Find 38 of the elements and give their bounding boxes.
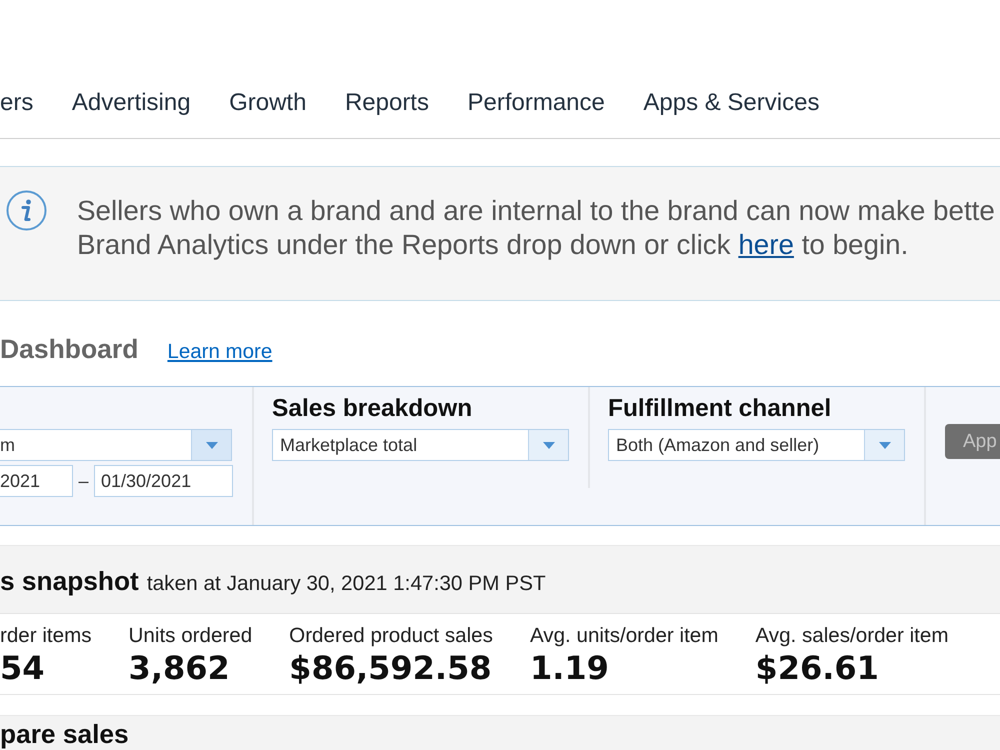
- section-title: pare sales: [0, 719, 130, 749]
- dropdown-toggle[interactable]: [528, 430, 568, 460]
- caret-icon: [878, 442, 890, 448]
- banner-message: Sellers who own a brand and are internal to the brand can now make bette Brand Analytics under the Reports drop down or click here to begin.: [77, 194, 995, 262]
- caret-icon: [206, 442, 218, 448]
- dropdown-toggle[interactable]: [864, 430, 904, 460]
- dropdown-select[interactable]: m: [0, 429, 232, 461]
- section-title: s snapshot: [0, 566, 139, 596]
- date-field[interactable]: 2021: [0, 465, 73, 497]
- metric-value: $86,592.58: [289, 650, 493, 686]
- metric-label: Units ordered: [128, 624, 252, 648]
- metric-label: rder items: [0, 624, 92, 648]
- dropdown-toggle[interactable]: [191, 430, 231, 460]
- date-field[interactable]: 01/30/2021: [94, 465, 233, 497]
- filter-label: Fulfillment channel: [608, 395, 832, 423]
- text-link[interactable]: here: [738, 229, 794, 260]
- info-icon: [6, 190, 47, 231]
- metric-value: $26.61: [755, 650, 880, 686]
- nav-link[interactable]: ers: [0, 89, 34, 117]
- metric-label: Avg. sales/order item: [755, 624, 948, 648]
- learn-more-link[interactable]: Learn more: [167, 340, 272, 364]
- metric-label: Avg. units/order item: [530, 624, 718, 648]
- date-separator: –: [77, 470, 90, 492]
- nav-link[interactable]: Reports: [344, 89, 429, 117]
- nav-link[interactable]: Apps & Services: [643, 89, 820, 117]
- nav-link[interactable]: Advertising: [72, 89, 191, 117]
- page-title: Dashboard: [0, 333, 138, 365]
- metric-value: 1.19: [530, 650, 610, 686]
- nav-link[interactable]: Performance: [467, 89, 605, 117]
- snapshot-timestamp: taken at January 30, 2021 1:47:30 PM PST: [146, 572, 546, 596]
- filter-label: Sales breakdown: [272, 395, 474, 423]
- metric-value: 54: [0, 650, 46, 686]
- metric-value: 3,862: [128, 650, 231, 686]
- caret-icon: [542, 442, 554, 448]
- dropdown-select[interactable]: Both (Amazon and seller): [608, 429, 905, 461]
- nav-link[interactable]: Growth: [229, 89, 306, 117]
- dropdown-select[interactable]: Marketplace total: [272, 429, 569, 461]
- metric-label: Ordered product sales: [289, 624, 493, 648]
